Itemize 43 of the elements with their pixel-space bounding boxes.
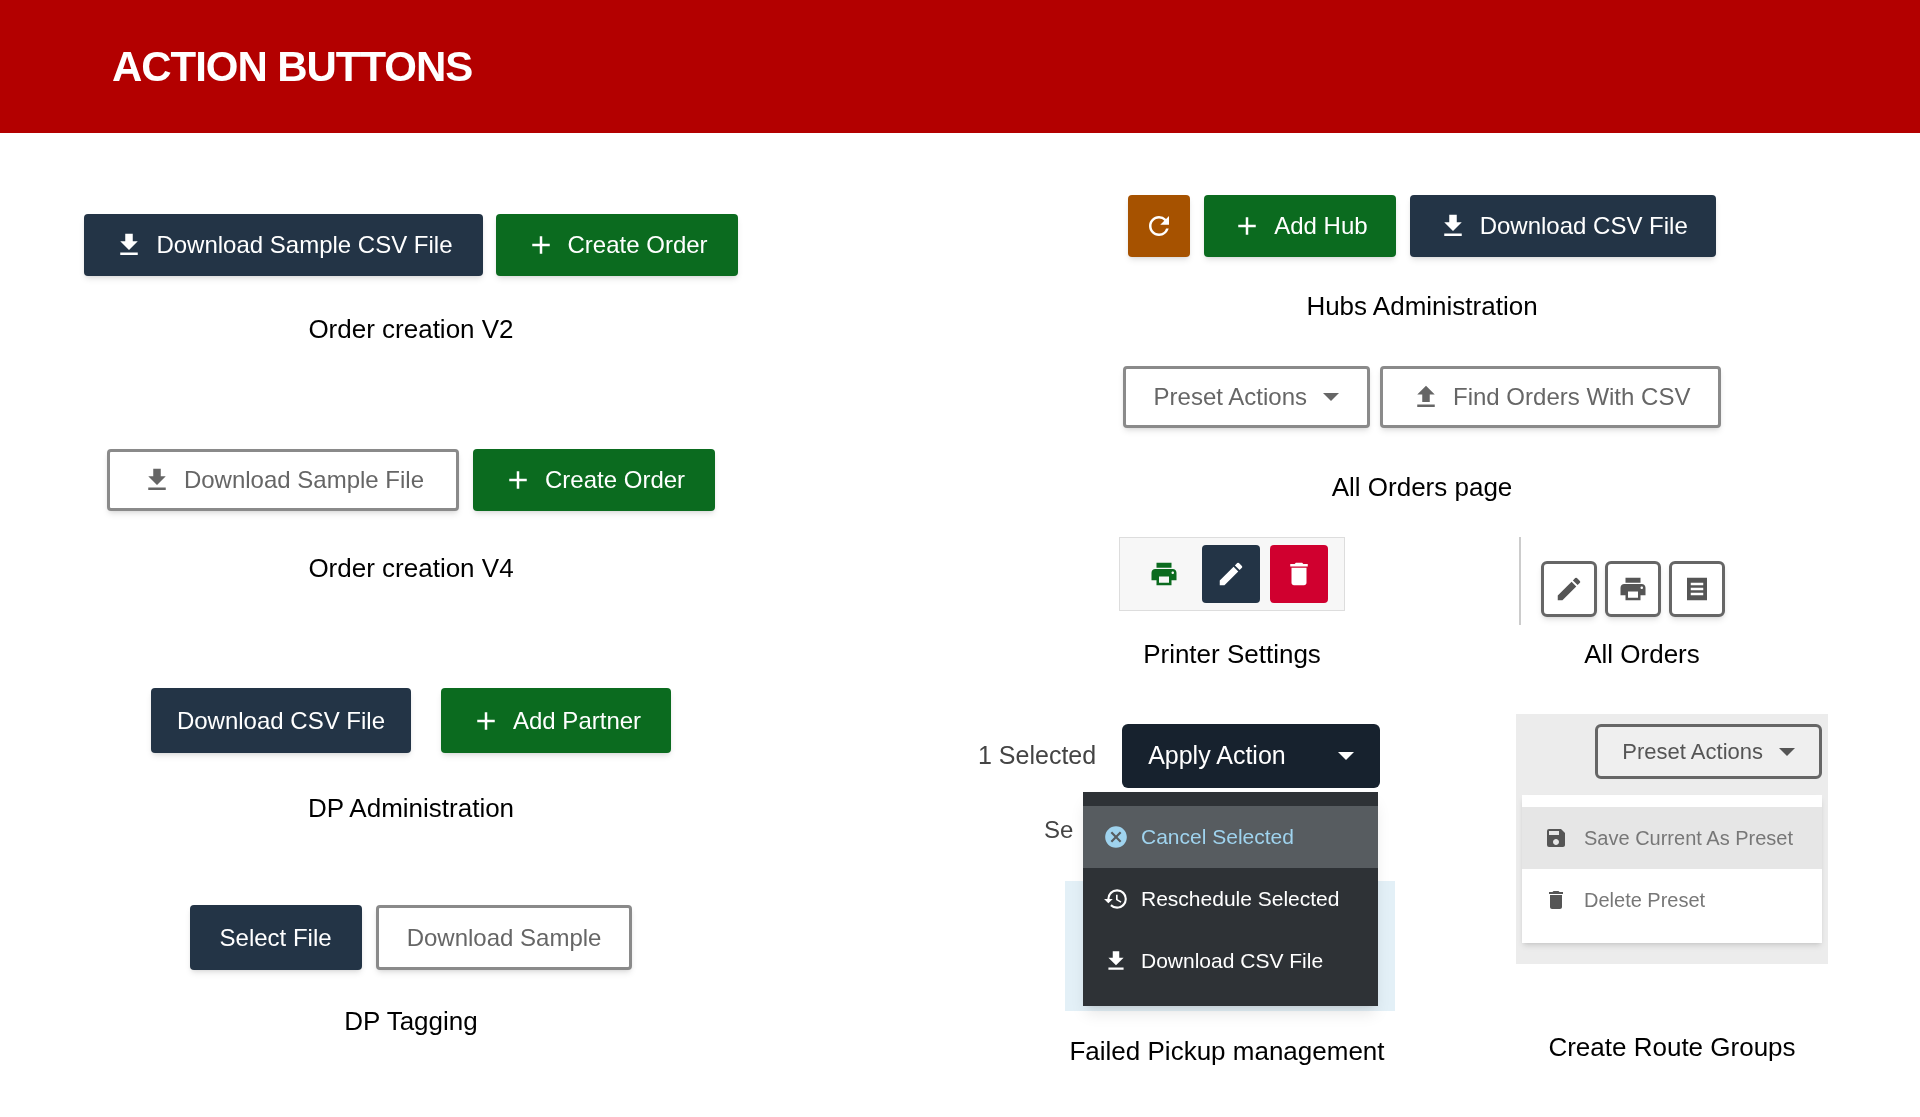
selection-count: 1 Selected — [978, 740, 1097, 772]
caption: Printer Settings — [1143, 638, 1321, 671]
download-sample-button[interactable]: Download Sample — [375, 905, 633, 970]
caption: Hubs Administration — [1306, 290, 1538, 323]
caret-icon — [1779, 747, 1795, 756]
menu-item[interactable]: Cancel Selected — [1083, 806, 1378, 868]
preset-actions-dropdown[interactable]: Preset Actions — [1595, 724, 1822, 779]
delete-button[interactable] — [1270, 545, 1328, 603]
menu-item[interactable]: Download CSV File — [1083, 930, 1378, 992]
caption: All Orders page — [1331, 471, 1513, 504]
caret-icon — [1338, 752, 1355, 760]
caret-icon — [1323, 393, 1339, 401]
create-order-button[interactable]: Create Order — [495, 214, 738, 276]
menu-item[interactable]: Delete Preset — [1522, 869, 1822, 931]
caption: Order creation V4 — [308, 552, 514, 585]
cancel-icon — [1103, 824, 1129, 850]
create-order-button[interactable]: Create Order — [473, 449, 716, 511]
page-title: ACTION BUTTONS — [112, 42, 473, 92]
menu-item[interactable]: Reschedule Selected — [1083, 868, 1378, 930]
covered-text: Se — [1044, 815, 1074, 845]
menu-item[interactable]: Save Current As Preset — [1522, 807, 1822, 869]
edit-button[interactable] — [1202, 545, 1260, 603]
edit-button[interactable] — [1541, 561, 1597, 617]
caption: All Orders — [1584, 638, 1700, 671]
refresh-button[interactable] — [1128, 195, 1191, 257]
download-sample-file-button[interactable]: Download Sample File — [106, 449, 460, 511]
receipt-button[interactable] — [1669, 561, 1725, 617]
download-csv-button[interactable]: Download CSV File — [1409, 195, 1716, 257]
preset-actions-dropdown[interactable]: Preset Actions — [1122, 366, 1370, 428]
caption: DP Tagging — [344, 1005, 478, 1038]
caption: DP Administration — [307, 792, 515, 825]
caption: Failed Pickup management — [1069, 1035, 1385, 1068]
print-button[interactable] — [1605, 561, 1661, 617]
select-file-button[interactable]: Select File — [189, 905, 362, 970]
download-sample-csv-button[interactable]: Download Sample CSV File — [84, 214, 483, 276]
caption: Create Route Groups — [1548, 1031, 1796, 1064]
apply-action-dropdown[interactable]: Apply Action — [1122, 724, 1381, 788]
add-partner-button[interactable]: Add Partner — [441, 688, 672, 753]
download-csv-button[interactable]: Download CSV File — [150, 688, 411, 753]
caption: Order creation V2 — [308, 313, 514, 346]
history-icon — [1103, 886, 1129, 912]
add-hub-button[interactable]: Add Hub — [1204, 195, 1396, 257]
find-orders-csv-button[interactable]: Find Orders With CSV — [1380, 366, 1722, 428]
